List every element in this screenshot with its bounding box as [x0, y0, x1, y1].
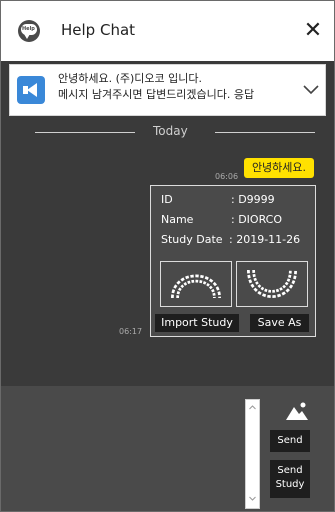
upper-jaw-icon	[171, 274, 221, 299]
send-study-label-line-2: Study	[275, 479, 305, 490]
megaphone-icon	[17, 76, 45, 104]
message-input-scrollbar[interactable]	[245, 399, 260, 509]
send-button[interactable]: Send	[270, 430, 310, 452]
notice-banner[interactable]: 안녕하세요. (주)디오코 입니다. 메시지 남겨주시면 답변드리겠습니다. 응…	[9, 64, 326, 116]
study-card: ID : D9999 Name : DIORCO Study Date : 20…	[150, 185, 316, 337]
field-value-name: : DIORCO	[231, 213, 283, 226]
upper-jaw-thumbnail[interactable]	[160, 261, 232, 307]
save-as-button[interactable]: Save As	[250, 314, 309, 332]
message-time: 06:17	[119, 327, 143, 336]
scroll-up-arrow[interactable]	[249, 404, 256, 411]
title-bar: Help Help Chat ✕	[1, 1, 334, 61]
help-logo-icon: Help	[18, 20, 40, 42]
chevron-down-icon[interactable]	[300, 79, 322, 99]
field-value-study-date: : 2019-11-26	[229, 233, 301, 246]
notice-line-1: 안녕하세요. (주)디오코 입니다.	[58, 72, 203, 85]
send-study-button[interactable]: Send Study	[270, 460, 310, 498]
divider-line-right	[215, 132, 315, 133]
message-time: 06:06	[215, 172, 239, 181]
input-area: Send Send Study	[1, 386, 334, 511]
field-label-id: ID	[161, 193, 173, 206]
scroll-down-arrow[interactable]	[249, 495, 256, 502]
close-button[interactable]: ✕	[299, 16, 327, 46]
lower-jaw-thumbnail[interactable]	[236, 261, 308, 307]
field-label-study-date: Study Date	[161, 233, 223, 246]
message-bubble[interactable]: 안녕하세요.	[244, 158, 314, 178]
help-chat-window: Help Help Chat ✕ 안녕하세요. (주)디오코 입니다. 메시지 …	[0, 0, 335, 512]
field-value-id: : D9999	[231, 193, 275, 206]
window-title: Help Chat	[61, 21, 136, 39]
notice-line-2: 메시지 남겨주시면 답변드리겠습니다. 응답	[58, 88, 255, 101]
import-study-button[interactable]: Import Study	[155, 314, 239, 332]
date-divider: Today	[153, 124, 188, 138]
field-label-name: Name	[161, 213, 194, 226]
send-study-label-line-1: Send	[277, 465, 303, 476]
chat-area[interactable]: Today 06:06 안녕하세요. ID : D9999 Name : DIO…	[1, 121, 334, 386]
divider-line-left	[35, 132, 135, 133]
image-icon[interactable]	[285, 401, 309, 421]
lower-jaw-icon	[247, 269, 297, 298]
